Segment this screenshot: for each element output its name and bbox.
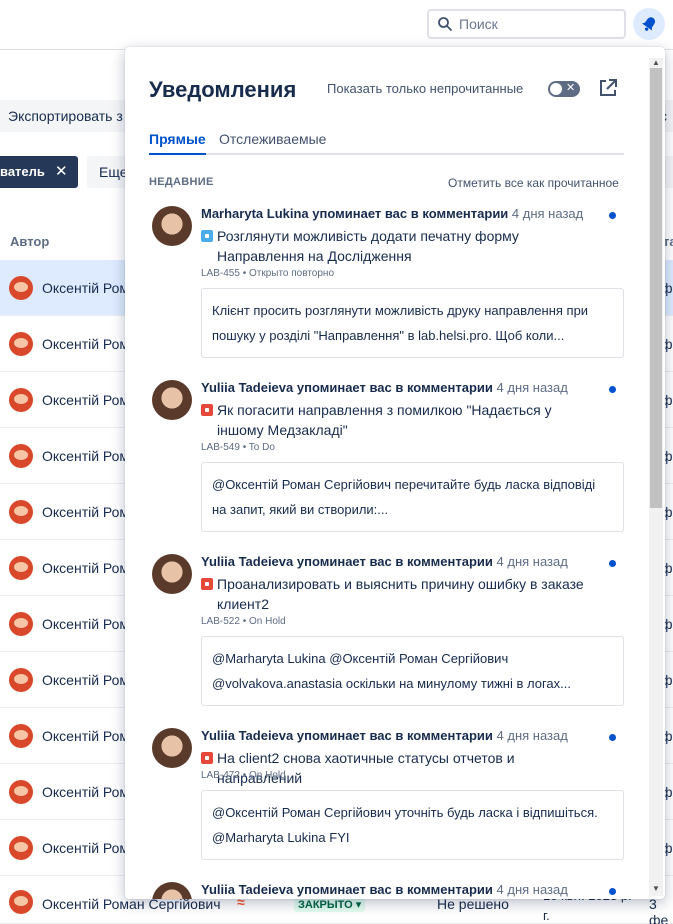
unread-dot[interactable]	[609, 386, 616, 393]
notification-header: Marharyta Lukina упоминает вас в коммент…	[201, 206, 584, 221]
avatar	[9, 500, 33, 524]
tab-watching[interactable]: Отслеживаемые	[219, 131, 326, 153]
filter-chip-assignee[interactable]: ватель ✕	[0, 156, 78, 188]
avatar	[9, 612, 33, 636]
column-header-author[interactable]: Автор	[10, 234, 49, 249]
comment-preview[interactable]: @Оксентій Роман Сергійович перечитайте б…	[201, 462, 624, 532]
avatar	[9, 668, 33, 692]
comment-preview[interactable]: Клієнт просить розглянути можливість дру…	[201, 288, 624, 358]
bug-type-icon	[201, 578, 213, 590]
avatar	[9, 388, 33, 412]
open-external-icon[interactable]	[597, 77, 619, 99]
avatar	[9, 780, 33, 804]
unread-dot[interactable]	[609, 212, 616, 219]
issue-meta: LAB-472 • On Hold	[201, 770, 286, 781]
notification-item[interactable]: Yuliia Tadeieva упоминает вас в коммента…	[149, 554, 629, 706]
notification-item[interactable]: Yuliia Tadeieva упоминает вас в коммента…	[149, 728, 629, 860]
unread-dot[interactable]	[609, 560, 616, 567]
top-navigation-bar: Поиск	[0, 0, 673, 50]
search-icon	[438, 17, 452, 31]
notification-header: Yuliia Tadeieva упоминает вас в коммента…	[201, 728, 568, 743]
close-icon[interactable]: ✕	[55, 162, 68, 180]
issue-link[interactable]: Проанализировать и выяснить причину ошиб…	[201, 574, 601, 614]
unread-dot[interactable]	[609, 888, 616, 895]
comment-preview[interactable]: @Marharyta Lukina @Оксентій Роман Сергій…	[201, 636, 624, 706]
updated-date: 3 фе	[649, 896, 669, 924]
scrollbar-thumb[interactable]	[650, 68, 662, 508]
notification-item[interactable]: Yuliia Tadeieva упоминает вас в коммента…	[149, 882, 629, 899]
notifications-panel: Уведомления Показать только непрочитанны…	[125, 47, 665, 899]
bug-type-icon	[201, 404, 213, 416]
unread-only-label: Показать только непрочитанные	[327, 81, 524, 96]
panel-title: Уведомления	[149, 77, 297, 102]
bell-icon	[642, 17, 656, 31]
avatar	[9, 276, 33, 300]
avatar	[9, 444, 33, 468]
tab-direct[interactable]: Прямые	[149, 131, 206, 155]
avatar	[152, 882, 192, 899]
avatar	[9, 890, 33, 914]
notification-header: Yuliia Tadeieva упоминает вас в коммента…	[201, 380, 568, 395]
unread-dot[interactable]	[609, 734, 616, 741]
scroll-down-icon[interactable]: ▼	[652, 884, 660, 893]
toggle-off-icon: ✕	[566, 82, 576, 94]
task-type-icon	[201, 230, 213, 242]
avatar	[152, 728, 192, 768]
export-button[interactable]: Экспортировать з	[0, 100, 140, 132]
notification-header: Yuliia Tadeieva упоминает вас в коммента…	[201, 554, 568, 569]
status-badge[interactable]: ЗАКРЫТО ▾	[294, 897, 366, 912]
notification-header: Yuliia Tadeieva упоминает вас в коммента…	[201, 882, 568, 897]
avatar	[9, 332, 33, 356]
section-heading-recent: НЕДАВНИЕ	[149, 176, 214, 188]
issue-meta: LAB-549 • To Do	[201, 442, 275, 453]
avatar	[152, 554, 192, 594]
avatar	[9, 724, 33, 748]
toggle-knob	[550, 83, 562, 95]
notification-item[interactable]: Marharyta Lukina упоминает вас в коммент…	[149, 206, 629, 358]
filter-chip-label: ватель	[0, 164, 45, 179]
issue-link[interactable]: На client2 снова хаотичные статусы отчет…	[201, 748, 601, 788]
issue-link[interactable]: Як погасити направлення з помилкою "Нада…	[201, 400, 601, 440]
avatar	[9, 836, 33, 860]
avatar	[152, 206, 192, 246]
notifications-button[interactable]	[633, 8, 665, 40]
panel-scrollbar[interactable]: ▲ ▼	[649, 58, 663, 896]
search-placeholder: Поиск	[459, 16, 498, 32]
notification-tabs: Прямые Отслеживаемые	[149, 131, 624, 155]
avatar	[152, 380, 192, 420]
bug-type-icon	[201, 752, 213, 764]
issue-meta: LAB-522 • On Hold	[201, 616, 286, 627]
scroll-up-icon[interactable]: ▲	[652, 58, 660, 67]
mark-all-read-link[interactable]: Отметить все как прочитанное	[448, 176, 619, 190]
issue-link[interactable]: Розглянути можливість додати печатну фор…	[201, 226, 601, 266]
unread-only-toggle[interactable]: ✕	[548, 81, 580, 97]
search-input[interactable]: Поиск	[427, 9, 626, 39]
comment-preview[interactable]: @Оксентій Роман Сергійович уточніть будь…	[201, 790, 624, 860]
issue-meta: LAB-455 • Открыто повторно	[201, 268, 335, 279]
notification-item[interactable]: Yuliia Tadeieva упоминает вас в коммента…	[149, 380, 629, 532]
avatar	[9, 556, 33, 580]
